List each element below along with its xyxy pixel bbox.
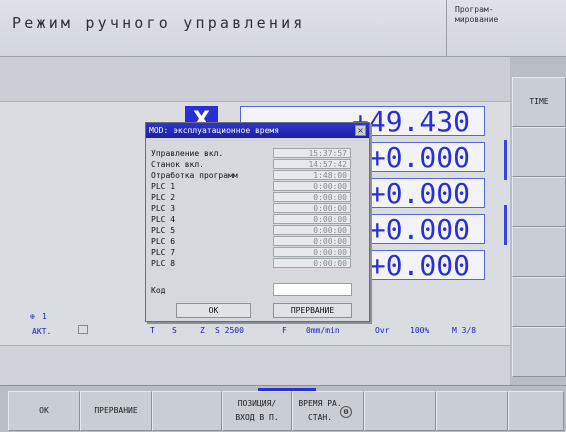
row-label: PLC 4 <box>151 215 176 224</box>
ovr-value: 100% <box>410 326 430 335</box>
row-value: 0:00:00 <box>273 258 351 268</box>
f-label: F <box>282 326 287 335</box>
row-label: PLC 5 <box>151 226 176 235</box>
mode-label: Програм- мирование <box>455 5 499 24</box>
dialog-row: PLC 2 0:00:00 <box>151 192 361 203</box>
side-softkey-4[interactable] <box>512 227 566 277</box>
ok-button[interactable]: OK <box>176 303 251 318</box>
dialog-row: Станок вкл. 14:57:42 <box>151 159 361 170</box>
page-title: Режим ручного управления <box>12 14 306 32</box>
header-bar: Режим ручного управления <box>0 0 447 57</box>
tool-icon: ⊕ <box>30 312 35 321</box>
vertical-softkey-bar: TIME <box>510 57 566 385</box>
side-softkey-3[interactable] <box>512 177 566 227</box>
scroll-marker <box>504 205 507 245</box>
softkey-ok[interactable]: OK <box>8 391 80 431</box>
tool-number: 1 <box>42 312 47 321</box>
softkey-empty-3[interactable] <box>436 391 508 431</box>
softkey-bar: OK ПРЕРВАНИЕ ПОЗИЦИЯ/ ВХОД В П. ВРЕМЯ РА… <box>0 385 566 432</box>
row-label: PLC 3 <box>151 204 176 213</box>
softkey-machine-time[interactable]: ВРЕМЯ РА. СТАН. <box>292 391 364 431</box>
row-value: 0:00:00 <box>273 192 351 202</box>
row-value: 14:57:42 <box>273 159 351 169</box>
ovr-label: Ovr <box>375 326 390 335</box>
clock-icon: ⚙ <box>340 406 352 418</box>
dialog-row: Отработка программ 1:48:00 <box>151 170 361 181</box>
row-label: PLC 6 <box>151 237 176 246</box>
dialog-title: MOD: эксплуатационное время <box>146 123 369 138</box>
dialog-row: Управление вкл. 15:37:57 <box>151 148 361 159</box>
row-value: 0:00:00 <box>273 236 351 246</box>
dialog-row: PLC 5 0:00:00 <box>151 225 361 236</box>
row-label: PLC 1 <box>151 182 176 191</box>
code-label: Код <box>151 286 166 295</box>
dialog-row: PLC 7 0:00:00 <box>151 247 361 258</box>
row-label: Управление вкл. <box>151 149 224 158</box>
operating-time-dialog: MOD: эксплуатационное время × Управление… <box>145 122 370 322</box>
dialog-row: PLC 8 0:00:00 <box>151 258 361 269</box>
workpiece-icon <box>78 325 88 334</box>
t-label: T <box>150 326 155 335</box>
softkey-cancel[interactable]: ПРЕРВАНИЕ <box>80 391 152 431</box>
row-label: PLC 8 <box>151 259 176 268</box>
mode-indicator: Програм- мирование <box>447 0 566 57</box>
feed-value: 0mm/min <box>306 326 340 335</box>
row-label: Станок вкл. <box>151 160 204 169</box>
z-label: Z <box>200 326 205 335</box>
softkey-empty-2[interactable] <box>364 391 436 431</box>
side-softkey-2[interactable] <box>512 127 566 177</box>
softkey-level-indicator <box>258 388 316 391</box>
softkey-position-input[interactable]: ПОЗИЦИЯ/ ВХОД В П. <box>222 391 292 431</box>
row-value: 0:00:00 <box>273 203 351 213</box>
dialog-row: PLC 3 0:00:00 <box>151 203 361 214</box>
row-value: 0:00:00 <box>273 247 351 257</box>
code-input[interactable] <box>273 283 352 296</box>
side-softkey-time[interactable]: TIME <box>512 77 566 127</box>
row-label: PLC 2 <box>151 193 176 202</box>
side-softkey-5[interactable] <box>512 277 566 327</box>
row-label: PLC 7 <box>151 248 176 257</box>
softkey-empty-4[interactable] <box>508 391 564 431</box>
row-value: 1:48:00 <box>273 170 351 180</box>
info-strip <box>0 345 510 385</box>
act-label: АКТ. <box>32 327 52 336</box>
softkey-empty-1[interactable] <box>152 391 222 431</box>
spindle-speed: S 2500 <box>215 326 244 335</box>
dialog-row: PLC 6 0:00:00 <box>151 236 361 247</box>
s-label: S <box>172 326 177 335</box>
dialog-row: PLC 1 0:00:00 <box>151 181 361 192</box>
dialog-row: PLC 4 0:00:00 <box>151 214 361 225</box>
row-label: Отработка программ <box>151 171 238 180</box>
cancel-button[interactable]: ПРЕРВАНИЕ <box>273 303 352 318</box>
row-value: 0:00:00 <box>273 214 351 224</box>
m-value: M 3/8 <box>452 326 477 335</box>
row-value: 15:37:57 <box>273 148 351 158</box>
program-strip <box>0 57 510 102</box>
side-softkey-6[interactable] <box>512 327 566 377</box>
close-icon[interactable]: × <box>355 125 366 136</box>
row-value: 0:00:00 <box>273 225 351 235</box>
scroll-marker <box>504 140 507 180</box>
row-value: 0:00:00 <box>273 181 351 191</box>
